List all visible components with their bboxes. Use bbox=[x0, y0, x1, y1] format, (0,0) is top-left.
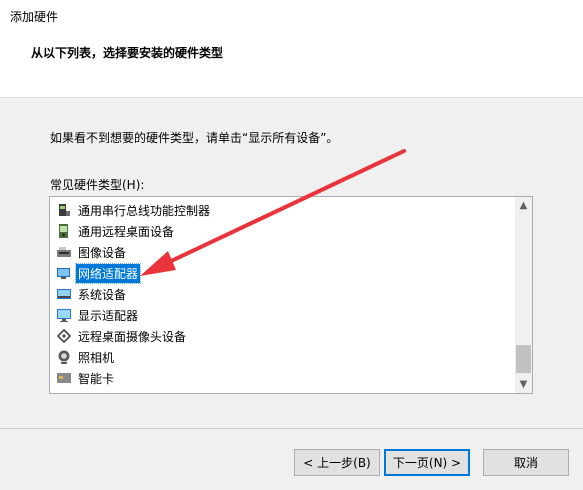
remote-desktop-device-icon bbox=[59, 224, 68, 238]
hardware-type-listbox[interactable]: 通用串行总线功能控制器 通用远程桌面设备 图像设备 网络适配器 系统设备 显示适… bbox=[49, 196, 533, 394]
remote-camera-icon bbox=[56, 328, 72, 344]
smart-card-icon bbox=[57, 373, 71, 383]
scroll-up-arrow-icon[interactable]: ▲ bbox=[515, 197, 532, 214]
list-scrollbar[interactable]: ▲ ▼ bbox=[515, 197, 532, 393]
next-button[interactable]: 下一页(N) > bbox=[384, 449, 470, 476]
window-title: 添加硬件 bbox=[10, 10, 59, 24]
footer-divider bbox=[0, 428, 583, 429]
list-item-network-adapter[interactable]: 网络适配器 bbox=[56, 262, 496, 284]
list-item-system-device[interactable]: 系统设备 bbox=[56, 285, 496, 303]
list-item-display-adapter[interactable]: 显示适配器 bbox=[56, 306, 496, 324]
page-title: 从以下列表，选择要安装的硬件类型 bbox=[31, 46, 224, 60]
camera-icon bbox=[58, 350, 70, 364]
imaging-device-icon bbox=[57, 247, 71, 257]
back-button[interactable]: < 上一步(B) bbox=[294, 449, 380, 476]
display-adapter-icon bbox=[57, 309, 71, 322]
list-item-remote-camera[interactable]: 远程桌面摄像头设备 bbox=[56, 327, 496, 345]
wizard-header: 添加硬件 从以下列表，选择要安装的硬件类型 bbox=[0, 0, 583, 98]
system-device-icon bbox=[57, 289, 71, 299]
list-item-camera[interactable]: 照相机 bbox=[56, 348, 496, 366]
instruction-text: 如果看不到想要的硬件类型，请单击“显示所有设备”。 bbox=[50, 131, 339, 145]
hardware-type-label: 常见硬件类型(H): bbox=[50, 178, 145, 192]
scroll-down-arrow-icon[interactable]: ▼ bbox=[515, 376, 532, 393]
usb-controller-icon bbox=[59, 204, 70, 216]
hardware-type-list[interactable]: 通用串行总线功能控制器 通用远程桌面设备 图像设备 网络适配器 系统设备 显示适… bbox=[50, 197, 514, 393]
cancel-button[interactable]: 取消 bbox=[483, 449, 569, 476]
network-adapter-icon bbox=[57, 268, 70, 279]
list-item-imaging-device[interactable]: 图像设备 bbox=[56, 243, 496, 261]
scroll-thumb[interactable] bbox=[516, 345, 531, 373]
list-item-remote-desktop-device[interactable]: 通用远程桌面设备 bbox=[56, 222, 496, 240]
list-item-smart-card[interactable]: 智能卡 bbox=[56, 369, 496, 387]
list-item-usb-controller[interactable]: 通用串行总线功能控制器 bbox=[56, 201, 496, 219]
